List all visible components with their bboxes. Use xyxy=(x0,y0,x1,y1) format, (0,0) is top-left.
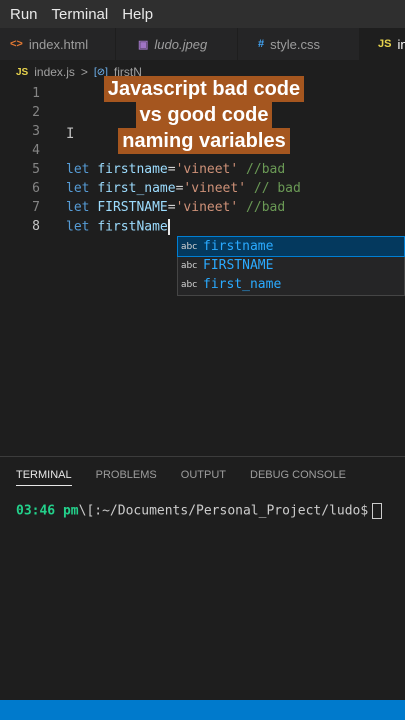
suggestion-label: firstname xyxy=(203,239,274,254)
menu-terminal[interactable]: Terminal xyxy=(52,6,109,23)
text-kind-icon: abc xyxy=(181,279,198,290)
editor-tab-bar: <> index.html ▣ ludo.jpeg # style.css JS… xyxy=(0,28,405,60)
js-file-icon: JS xyxy=(378,38,392,50)
tab-problems[interactable]: PROBLEMS xyxy=(96,469,157,481)
line-number: 4 xyxy=(32,143,40,158)
line-number: 2 xyxy=(32,105,40,120)
html-file-icon: <> xyxy=(10,38,23,50)
line-number: 1 xyxy=(32,86,40,101)
text-cursor xyxy=(167,218,170,235)
tab-label: in xyxy=(397,36,405,52)
caption-line: naming variables xyxy=(118,128,290,154)
panel-tab-bar: TERMINAL PROBLEMS OUTPUT DEBUG CONSOLE xyxy=(0,457,405,493)
line-number: 7 xyxy=(32,200,40,215)
status-bar xyxy=(0,700,405,720)
tab-debug-console[interactable]: DEBUG CONSOLE xyxy=(250,469,346,481)
line-number: 3 xyxy=(32,124,40,139)
tab-style-css[interactable]: # style.css xyxy=(238,28,360,60)
text-kind-icon: abc xyxy=(181,241,198,252)
code-text: let firstName xyxy=(66,218,170,235)
code-text: let firstname='vineet' //bad xyxy=(66,162,286,177)
suggestion-item[interactable]: abc first_name xyxy=(178,275,404,294)
tab-index-html[interactable]: <> index.html xyxy=(0,28,116,60)
tab-label: style.css xyxy=(270,36,320,52)
video-caption-overlay: Javascript bad code vs good code naming … xyxy=(92,76,316,154)
breadcrumb-file[interactable]: index.js xyxy=(34,65,75,79)
code-line: 7 let FIRSTNAME='vineet' //bad xyxy=(0,198,405,217)
breadcrumb-separator: > xyxy=(80,65,88,79)
suggestion-item[interactable]: abc FIRSTNAME xyxy=(178,256,404,275)
image-file-icon: ▣ xyxy=(138,38,149,51)
tab-ludo-jpeg[interactable]: ▣ ludo.jpeg xyxy=(116,28,238,60)
prompt-time: 03:46 pm xyxy=(16,503,79,519)
text-kind-icon: abc xyxy=(181,260,198,271)
menu-bar: Run Terminal Help xyxy=(0,0,405,28)
line-number: 5 xyxy=(32,162,40,177)
suggestion-label: first_name xyxy=(203,277,282,292)
suggestion-label: FIRSTNAME xyxy=(203,258,274,273)
terminal-cursor xyxy=(372,503,383,519)
line-number: 6 xyxy=(32,181,40,196)
tab-index-js[interactable]: JS in xyxy=(360,28,405,60)
css-file-icon: # xyxy=(258,38,265,50)
mouse-ibeam-icon: I xyxy=(66,126,75,142)
caption-line: vs good code xyxy=(135,102,273,128)
code-text: let FIRSTNAME='vineet' //bad xyxy=(66,200,286,215)
code-text: let first_name='vineet' // bad xyxy=(66,181,301,196)
tab-label: index.html xyxy=(28,36,89,52)
js-file-icon: JS xyxy=(16,66,29,78)
prompt-path: \[:~/Documents/Personal_Project/ludo$ xyxy=(78,503,369,519)
menu-run[interactable]: Run xyxy=(10,6,38,23)
suggestion-item[interactable]: abc firstname xyxy=(177,236,405,257)
code-line-current: 8 let firstName xyxy=(0,217,405,236)
line-number: 8 xyxy=(32,219,40,234)
code-line: 6 let first_name='vineet' // bad xyxy=(0,179,405,198)
tab-terminal[interactable]: TERMINAL xyxy=(16,469,72,486)
autocomplete-suggestions: abc firstname abc FIRSTNAME abc first_na… xyxy=(177,236,405,296)
menu-help[interactable]: Help xyxy=(122,6,153,23)
caption-line: Javascript bad code xyxy=(103,76,305,102)
code-line: 5 let firstname='vineet' //bad xyxy=(0,160,405,179)
tab-output[interactable]: OUTPUT xyxy=(181,469,226,481)
tab-label: ludo.jpeg xyxy=(154,36,208,52)
terminal-prompt[interactable]: 03:46 pm\[:~/Documents/Personal_Project/… xyxy=(16,503,383,519)
bottom-panel: TERMINAL PROBLEMS OUTPUT DEBUG CONSOLE 0… xyxy=(0,456,405,700)
